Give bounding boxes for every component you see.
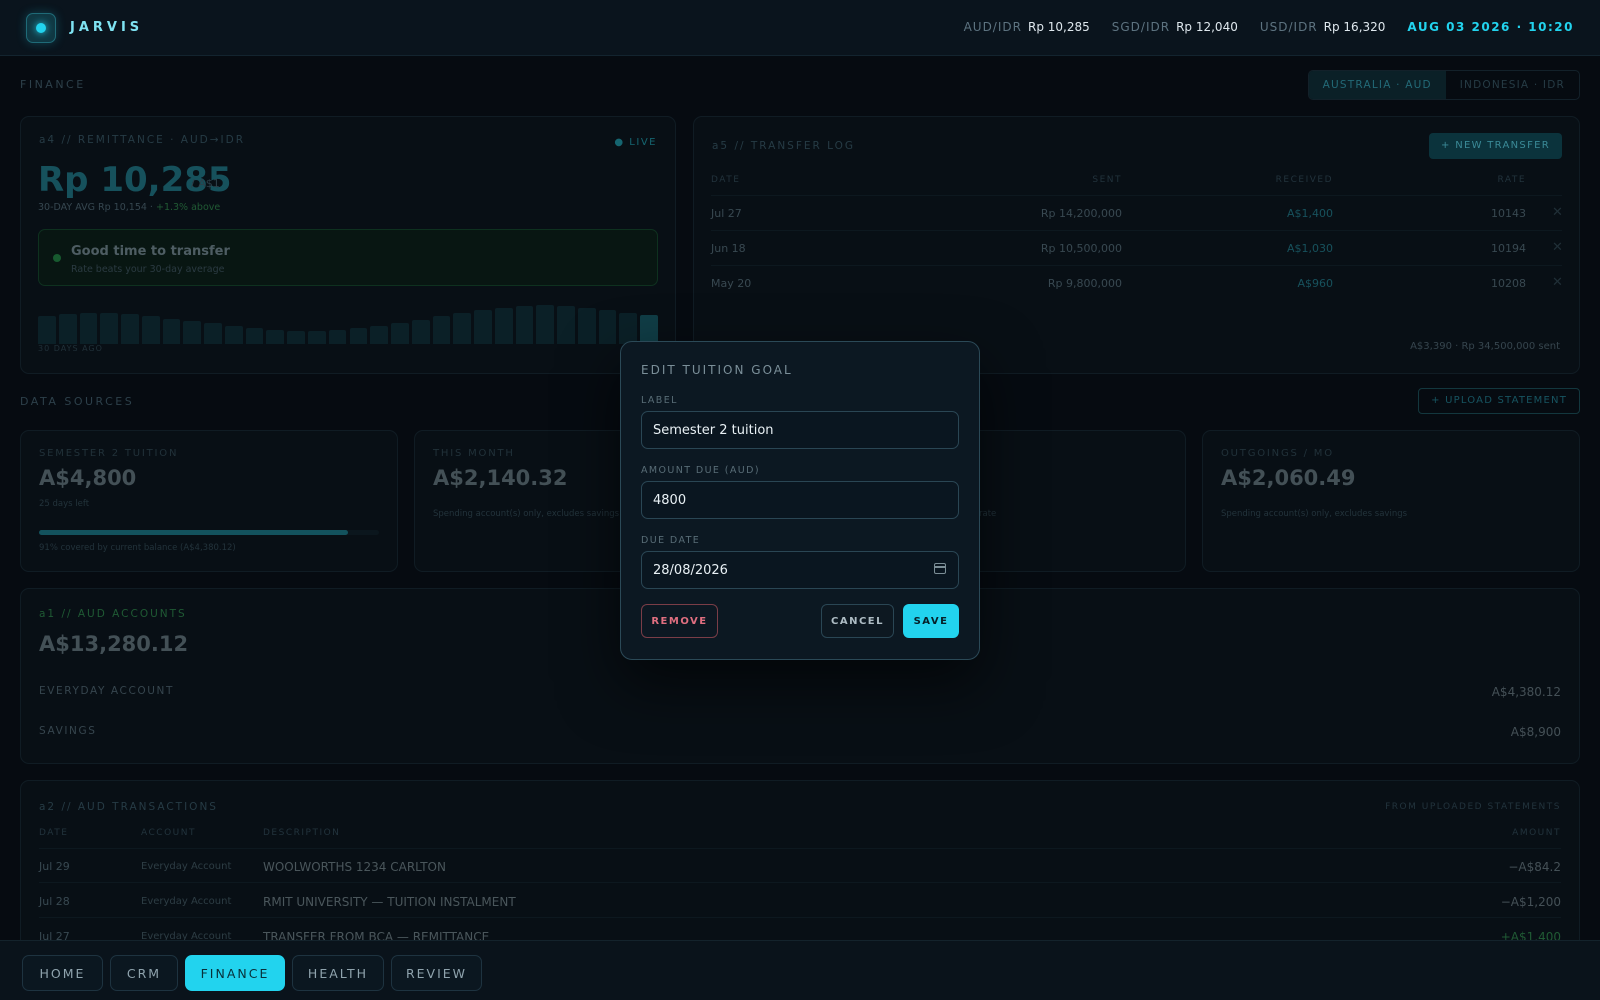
nav-finance[interactable]: FINANCE (185, 955, 285, 991)
cancel-button[interactable]: CANCEL (821, 604, 894, 638)
due-date-input[interactable] (641, 551, 959, 589)
nav-review[interactable]: REVIEW (391, 955, 482, 991)
bottom-nav: HOME CRM FINANCE HEALTH REVIEW (0, 940, 1600, 1000)
nav-health[interactable]: HEALTH (292, 955, 384, 991)
rate-aud-idr: AUD/IDR Rp 10,285 (963, 20, 1090, 34)
nav-home[interactable]: HOME (22, 955, 103, 991)
top-bar: JARVIS AUD/IDR Rp 10,285 SGD/IDR Rp 12,040… (0, 0, 1600, 56)
amount-field-label: AMOUNT DUE (AUD) (641, 465, 760, 476)
exchange-rate-ticker: AUD/IDR Rp 10,285 SGD/IDR Rp 12,040 USD/ID… (964, 20, 1574, 34)
clock: AUG 03 2026 · 10:20 (1407, 20, 1574, 34)
app-brand: JARVIS (70, 20, 144, 35)
edit-tuition-goal-dialog: EDIT TUITION GOAL LABEL AMOUNT DUE (AUD)… (620, 341, 980, 660)
remove-button[interactable]: REMOVE (641, 604, 718, 638)
calendar-icon[interactable] (934, 563, 946, 574)
save-button[interactable]: SAVE (903, 604, 959, 638)
rate-sgd-idr: SGD/IDR Rp 12,040 (1111, 20, 1238, 34)
date-field-label: DUE DATE (641, 535, 701, 546)
label-field-label: LABEL (641, 395, 678, 406)
logo-icon[interactable] (26, 13, 56, 43)
dialog-title: EDIT TUITION GOAL (641, 363, 793, 377)
amount-due-input[interactable] (641, 481, 959, 519)
rate-usd-idr: USD/IDR Rp 16,320 (1259, 20, 1386, 34)
goal-label-input[interactable] (641, 411, 959, 449)
nav-crm[interactable]: CRM (110, 955, 178, 991)
